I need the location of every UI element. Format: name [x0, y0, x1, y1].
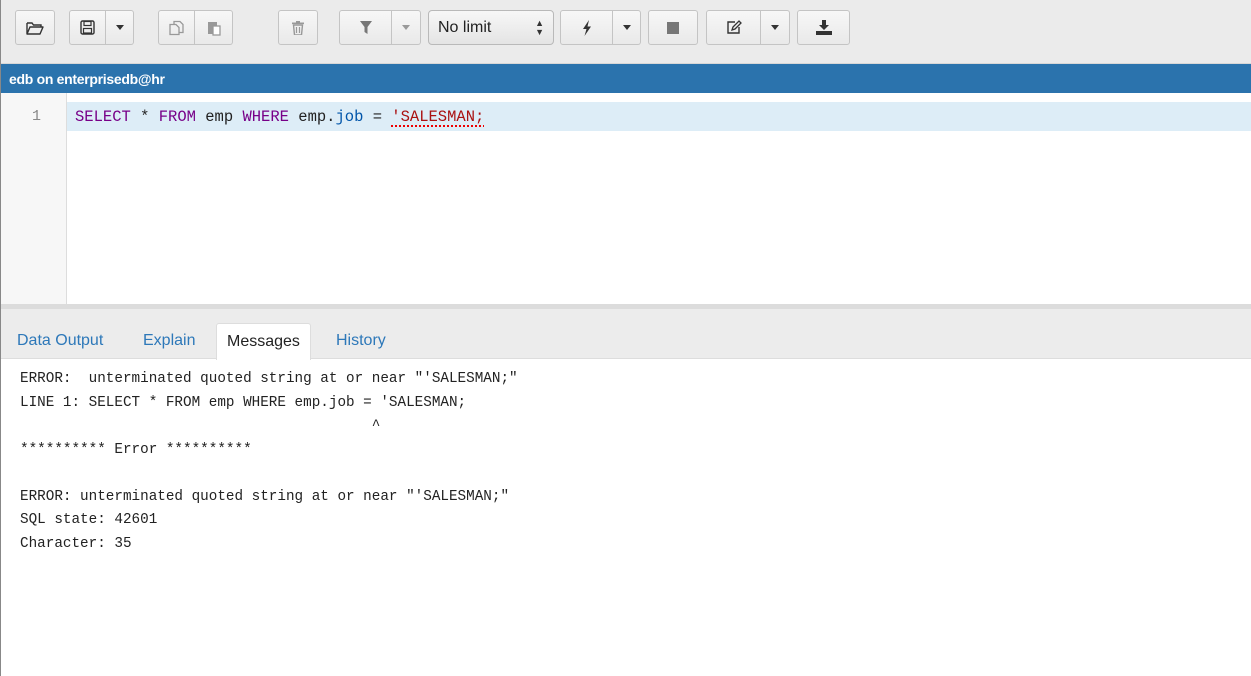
sql-editor[interactable]: 1 SELECT * FROM emp WHERE emp.job = 'SAL…: [1, 93, 1251, 304]
message-line: ********** Error **********: [20, 441, 252, 458]
code-line[interactable]: SELECT * FROM emp WHERE emp.job = 'SALES…: [75, 108, 484, 126]
chevron-down-icon: [622, 25, 631, 30]
chevron-down-icon: [115, 25, 124, 30]
execute-button[interactable]: [560, 10, 613, 45]
tab-data-output[interactable]: Data Output: [7, 323, 113, 359]
edit-options-dropdown[interactable]: [761, 10, 790, 45]
line-number-gutter: 1: [1, 93, 67, 304]
message-line: LINE 1: SELECT * FROM emp WHERE emp.job …: [20, 394, 467, 411]
line-number: 1: [31, 108, 41, 125]
keyword-token: SELECT: [75, 108, 131, 126]
cancel-query-button[interactable]: [648, 10, 698, 45]
delete-button[interactable]: [278, 10, 318, 45]
edit-icon: [726, 20, 742, 34]
code-token: emp: [195, 108, 243, 126]
chevron-down-icon: [402, 25, 410, 30]
message-line: ^: [20, 418, 381, 434]
open-file-button[interactable]: [15, 10, 55, 45]
chevron-down-icon: [771, 25, 779, 30]
tab-explain[interactable]: Explain: [133, 323, 205, 359]
row-limit-value: No limit: [438, 18, 492, 36]
code-token: *: [130, 108, 159, 126]
filter-button[interactable]: [339, 10, 392, 45]
messages-panel: ERROR: unterminated quoted string at or …: [20, 368, 518, 556]
save-button[interactable]: [69, 10, 106, 45]
keyword-token: WHERE: [242, 108, 289, 126]
message-line: [20, 462, 518, 486]
edit-button[interactable]: [706, 10, 761, 45]
save-options-dropdown[interactable]: [106, 10, 134, 45]
stop-icon: [667, 21, 679, 34]
select-spinner-icon: ▲ ▼: [535, 18, 544, 37]
tab-messages[interactable]: Messages: [216, 323, 311, 360]
floppy-disk-icon: [80, 20, 95, 35]
string-literal-token: 'SALESMAN;: [391, 108, 485, 126]
download-icon: [815, 20, 832, 35]
lightning-bolt-icon: [582, 19, 591, 36]
download-button[interactable]: [797, 10, 850, 45]
column-token: job: [335, 108, 364, 126]
filter-options-dropdown[interactable]: [392, 10, 421, 45]
message-line: SQL state: 42601: [20, 512, 158, 528]
code-token: emp.: [288, 108, 336, 126]
message-line: Character: 35: [20, 535, 132, 552]
paste-button[interactable]: [195, 10, 233, 45]
trash-icon: [292, 20, 304, 35]
filter-icon: [359, 21, 372, 34]
copy-icon: [169, 20, 184, 35]
copy-button[interactable]: [158, 10, 195, 45]
connection-title-bar: edb on enterprisedb@hr: [1, 64, 1251, 93]
connection-title: edb on enterprisedb@hr: [9, 70, 165, 87]
row-limit-select[interactable]: No limit ▲ ▼: [428, 10, 554, 45]
results-tab-bar: Data Output Explain Messages History: [1, 309, 1251, 360]
message-line: ERROR: unterminated quoted string at or …: [20, 371, 518, 387]
code-token: =: [363, 108, 392, 126]
paste-icon: [207, 21, 221, 36]
execute-options-dropdown[interactable]: [613, 10, 641, 45]
folder-open-icon: [26, 21, 44, 35]
keyword-token: FROM: [158, 108, 196, 126]
toolbar: No limit ▲ ▼: [1, 0, 1251, 64]
tab-history[interactable]: History: [326, 323, 396, 359]
message-line: ERROR: unterminated quoted string at or …: [20, 488, 510, 505]
